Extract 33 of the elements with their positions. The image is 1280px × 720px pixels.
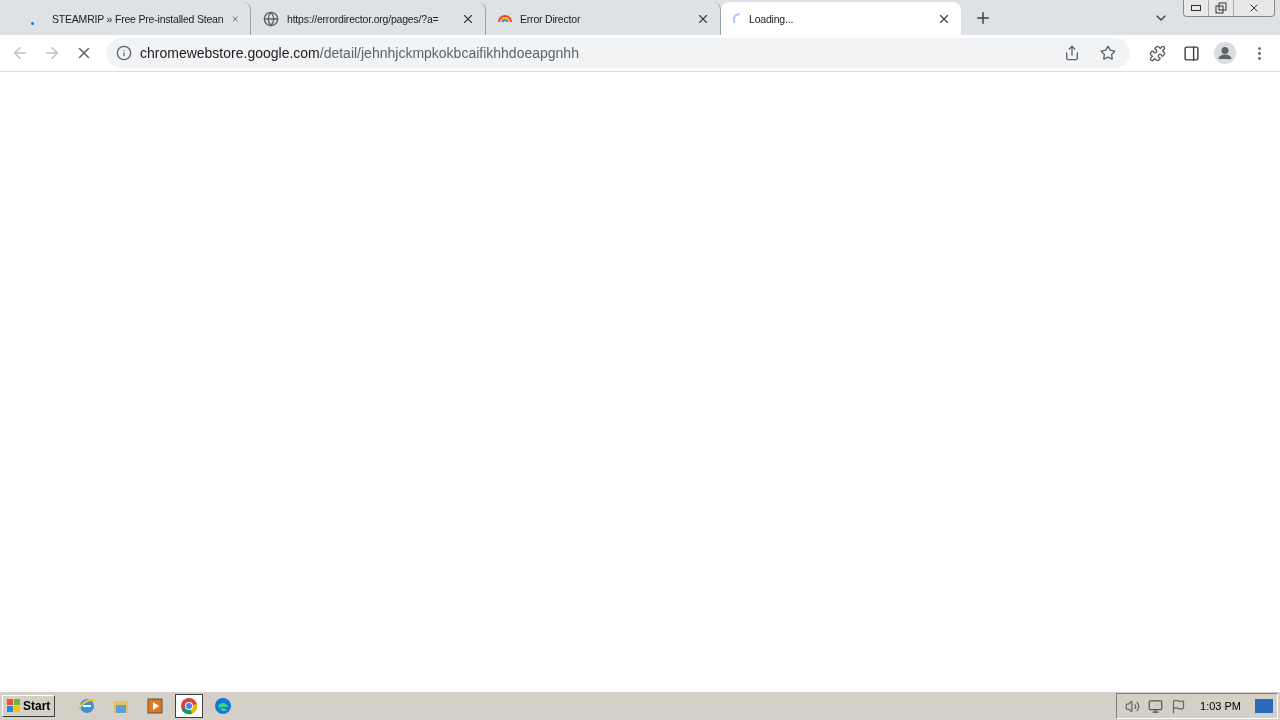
tab-title: https://errordirector.org/pages/?a= xyxy=(287,12,440,25)
globe-icon xyxy=(263,10,279,27)
media-player-icon[interactable] xyxy=(146,697,165,715)
restore-icon[interactable] xyxy=(1215,2,1227,14)
tab-title: Error Director xyxy=(520,12,582,25)
info-icon[interactable] xyxy=(116,45,132,61)
speaker-icon[interactable] xyxy=(1125,698,1141,714)
spinner-icon xyxy=(733,13,741,24)
rainbow-icon xyxy=(498,14,512,23)
edge-icon[interactable] xyxy=(214,697,233,715)
bookmark-star-icon[interactable] xyxy=(1100,45,1116,61)
tab-title: STEAMRIP » Free Pre-installed Stean xyxy=(52,12,224,25)
chrome-icon[interactable] xyxy=(180,697,199,715)
browser-tab[interactable]: https://errordirector.org/pages/?a= xyxy=(251,2,486,35)
flag-icon[interactable] xyxy=(1171,698,1187,714)
taskbar-button[interactable] xyxy=(175,694,204,718)
browser-tab[interactable]: STEAMRIP » Free Pre-installed Stean xyxy=(16,2,251,35)
minimize-icon[interactable] xyxy=(1191,5,1201,11)
clock: 1:03 PM xyxy=(1200,700,1241,712)
loading-dot-icon xyxy=(31,21,34,25)
windows-logo-icon xyxy=(7,699,21,713)
new-tab-icon[interactable] xyxy=(974,9,992,27)
start-button[interactable]: Start xyxy=(2,695,56,717)
profile-icon[interactable] xyxy=(1214,42,1236,64)
browser-e-icon[interactable] xyxy=(78,697,97,715)
url-text: chromewebstore.google.com/detail/jehnhjckmpkokbcaifikhhdoeapgnhh xyxy=(140,45,580,61)
side-panel-icon[interactable] xyxy=(1182,44,1200,62)
tab-title: Loading... xyxy=(749,12,795,25)
browser-tab[interactable]: Loading... xyxy=(721,2,961,35)
address-bar[interactable]: chromewebstore.google.com/detail/jehnhjckmpkokbcaifikhhdoeapgnhh xyxy=(106,38,1130,68)
extensions-icon[interactable] xyxy=(1148,44,1166,62)
share-icon[interactable] xyxy=(1064,45,1080,61)
close-icon[interactable] xyxy=(1248,2,1260,14)
